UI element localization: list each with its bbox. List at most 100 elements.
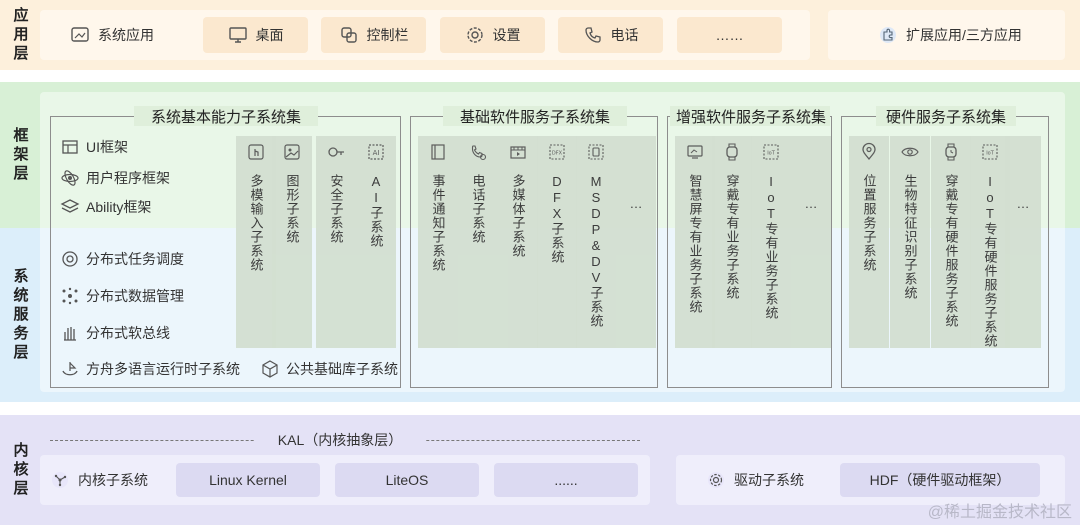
subsystem-more-hardware-label: …	[1015, 196, 1031, 212]
subsystem-graphics[interactable]: 图形子系统	[272, 136, 312, 348]
phone-app-label: 电话	[610, 27, 639, 43]
subsystem-more-hardware[interactable]: …	[1005, 136, 1041, 348]
telephony-icon	[468, 142, 488, 162]
subsystem-security[interactable]: 安全子系统	[316, 136, 356, 348]
distributed-scheduler-item[interactable]: 分布式任务调度	[60, 248, 184, 270]
subsystem-wearable-label: 穿戴专有业务子系统	[724, 174, 740, 300]
framework-layer-label: 框架层	[11, 126, 29, 184]
svg-text:IoT: IoT	[767, 151, 776, 157]
more-apps-item[interactable]: ……	[677, 17, 782, 53]
app-layer-label: 应用层	[11, 6, 29, 64]
liteos-item[interactable]: LiteOS	[335, 463, 479, 497]
document-icon	[428, 142, 448, 162]
settings-app-label: 设置	[492, 27, 521, 43]
system-app-icon	[70, 25, 90, 45]
msdp-icon	[586, 142, 606, 162]
ark-icon	[60, 359, 80, 379]
distributed-softbus-item[interactable]: 分布式软总线	[60, 322, 170, 344]
phone-icon	[583, 25, 603, 45]
ui-framework-item[interactable]: UI框架	[60, 136, 128, 158]
monitor-icon	[228, 25, 248, 45]
subsystem-telephony[interactable]: 电话子系统	[458, 136, 498, 348]
subsystem-smart-screen[interactable]: 智慧屏专有业务子系统	[675, 136, 715, 348]
subsystem-location[interactable]: 位置服务子系统	[849, 136, 889, 348]
cube-icon	[260, 359, 280, 379]
ability-framework-item[interactable]: Ability框架	[60, 196, 151, 218]
iot-icon: IoT	[761, 142, 781, 162]
svg-text:AI: AI	[373, 149, 380, 157]
watermark: @稀土掘金技术社区	[927, 504, 1072, 521]
dfx-icon: DFX	[547, 142, 567, 162]
subsystem-more-basic-software-label: …	[628, 196, 644, 212]
subsystem-more-enhanced-label: …	[803, 196, 819, 212]
subsystem-biometrics[interactable]: 生物特征识别子系统	[890, 136, 930, 348]
ability-framework-label: Ability框架	[86, 199, 152, 215]
driver-subsystem-item[interactable]: 驱动子系统	[706, 463, 836, 497]
data-network-icon	[60, 286, 80, 306]
ark-runtime-label: 方舟多语言运行时子系统	[86, 361, 240, 377]
key-icon	[326, 142, 346, 162]
more-kernels-item[interactable]: ......	[494, 463, 638, 497]
target-icon	[60, 249, 80, 269]
subsystem-iot-business[interactable]: IoT IoT专有业务子系统	[751, 136, 791, 348]
liteos-label: LiteOS	[385, 472, 429, 488]
subsystem-smart-screen-label: 智慧屏专有业务子系统	[687, 174, 703, 314]
subsystem-multimodal-input-label: 多模输入子系统	[248, 174, 264, 272]
kernel-subsystem-label: 内核子系统	[78, 472, 148, 488]
subsystem-ai[interactable]: AI AI子系统	[356, 136, 396, 348]
settings-app-item[interactable]: 设置	[440, 17, 545, 53]
subsystem-iot-hardware-label: IoT专有硬件服务子系统	[982, 174, 998, 348]
eye-icon	[900, 142, 920, 162]
subsystem-wearable-hardware[interactable]: 穿戴专有硬件服务子系统	[931, 136, 971, 348]
system-app-item[interactable]: 系统应用	[52, 17, 172, 53]
user-program-framework-item[interactable]: 用户程序框架	[60, 167, 170, 189]
layers-icon	[60, 197, 80, 217]
distributed-softbus-label: 分布式软总线	[86, 325, 170, 341]
subsystem-security-label: 安全子系统	[328, 174, 344, 244]
smart-screen-icon	[685, 142, 705, 162]
image-icon	[282, 142, 302, 162]
control-bar-icon	[339, 25, 359, 45]
driver-subsystem-label: 驱动子系统	[734, 472, 804, 488]
subsystem-dfx-label: DFX子系统	[549, 174, 565, 264]
extension-app-item[interactable]: 扩展应用/三方应用	[855, 17, 1045, 53]
system-app-label: 系统应用	[98, 27, 154, 43]
ark-runtime-item[interactable]: 方舟多语言运行时子系统	[60, 358, 240, 380]
ui-framework-icon	[60, 137, 80, 157]
group-basic-software-title: 基础软件服务子系统集	[443, 106, 627, 126]
distributed-data-item[interactable]: 分布式数据管理	[60, 285, 184, 307]
more-kernels-label: ......	[554, 472, 578, 488]
subsystem-location-label: 位置服务子系统	[861, 174, 877, 272]
subsystem-more-enhanced[interactable]: …	[791, 136, 831, 348]
kernel-subsystem-item[interactable]: 内核子系统	[50, 463, 170, 497]
subsystem-iot-business-label: IoT专有业务子系统	[763, 174, 779, 320]
subsystem-multimodal-input[interactable]: 多模输入子系统	[236, 136, 276, 348]
subsystem-more-basic-software[interactable]: …	[616, 136, 656, 348]
subsystem-telephony-label: 电话子系统	[470, 174, 486, 244]
linux-kernel-item[interactable]: Linux Kernel	[176, 463, 320, 497]
control-bar-app-item[interactable]: 控制栏	[321, 17, 426, 53]
desktop-app-item[interactable]: 桌面	[203, 17, 308, 53]
kernel-layer-label: 内核层	[11, 441, 29, 499]
subsystem-wearable[interactable]: 穿戴专有业务子系统	[712, 136, 752, 348]
extension-app-label: 扩展应用/三方应用	[906, 27, 1022, 43]
subsystem-msdp-dv[interactable]: MSDP&DV子系统	[576, 136, 616, 348]
subsystem-multimedia-label: 多媒体子系统	[510, 174, 526, 258]
hdf-item[interactable]: HDF（硬件驱动框架）	[840, 463, 1040, 497]
touch-icon	[246, 142, 266, 162]
subsystem-ai-label: AI子系统	[368, 174, 384, 248]
subsystem-event-notification[interactable]: 事件通知子系统	[418, 136, 458, 348]
common-library-item[interactable]: 公共基础库子系统	[260, 358, 398, 380]
phone-app-item[interactable]: 电话	[558, 17, 663, 53]
svg-text:IoT: IoT	[986, 151, 995, 157]
group-hardware-service-title: 硬件服务子系统集	[876, 106, 1016, 126]
subsystem-wearable-hardware-label: 穿戴专有硬件服务子系统	[943, 174, 959, 328]
distributed-scheduler-label: 分布式任务调度	[86, 251, 184, 267]
subsystem-multimedia[interactable]: 多媒体子系统	[498, 136, 538, 348]
distributed-data-label: 分布式数据管理	[86, 288, 184, 304]
driver-gear-icon	[706, 470, 726, 490]
desktop-app-label: 桌面	[255, 27, 284, 43]
subsystem-iot-hardware[interactable]: IoT IoT专有硬件服务子系统	[970, 136, 1010, 348]
gear-icon	[465, 25, 485, 45]
subsystem-dfx[interactable]: DFX DFX子系统	[537, 136, 577, 348]
